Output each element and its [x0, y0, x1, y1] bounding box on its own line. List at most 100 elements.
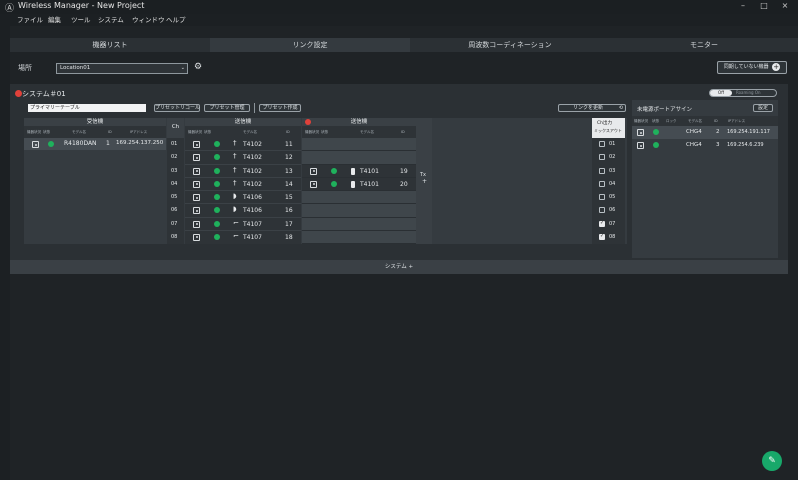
edit-fab-button[interactable]: ✎ [762, 451, 782, 471]
transmitter-id: 17 [285, 220, 293, 228]
ch-output-number: 03 [609, 167, 616, 174]
transmitter2-slot[interactable] [302, 231, 416, 244]
tx-add-column[interactable]: Tx + [416, 118, 432, 244]
charger-id: 2 [716, 129, 720, 135]
close-button[interactable]: × [779, 1, 791, 10]
menu-window[interactable]: ウィンドウ [132, 14, 165, 24]
receiver-row[interactable]: R4180DAN 1 169.254.137.250 [24, 138, 166, 150]
transmitter2-slot[interactable]: T4101 20 [302, 177, 416, 191]
transmitter-row[interactable]: ◗ T4106 15 [185, 191, 301, 205]
mix-out-checkbox[interactable] [599, 194, 605, 200]
bodypack-icon [351, 180, 355, 188]
ch-output-number: 01 [609, 141, 616, 147]
mix-out-checkbox[interactable] [599, 180, 605, 187]
tx-add-icon: + [422, 178, 428, 185]
device-status-icon [637, 142, 644, 149]
tab-monitor[interactable]: モニター [610, 38, 798, 52]
status-ok-icon [48, 141, 54, 147]
transmitter2-rows: T4101 19 T4101 20 [302, 138, 416, 244]
mix-out-checkbox[interactable] [599, 233, 605, 240]
device-status-icon [637, 129, 644, 136]
mix-out-checkbox[interactable] [599, 154, 605, 161]
menu-edit[interactable]: 編集 [48, 14, 61, 24]
transmitter1-header: 送信機 [185, 118, 301, 126]
gear-icon[interactable]: ⚙ [194, 62, 202, 72]
tab-frequency-coordination[interactable]: 周波数コーディネーション [410, 38, 610, 52]
preset-name-field[interactable]: プライマリーテーブル [28, 104, 146, 112]
location-select[interactable]: Location01 ⌄ [56, 63, 188, 74]
transmitter2-title: 送信機 [350, 119, 368, 125]
menu-system[interactable]: システム [98, 14, 124, 24]
device-status-icon [193, 154, 200, 162]
add-system-button[interactable]: システム + [10, 260, 788, 274]
transmitter2-header: 送信機 [302, 118, 416, 126]
menu-tools[interactable]: ツール [71, 14, 91, 24]
microphone-icon: ◗ [233, 192, 237, 200]
ch-output-title: Ch出力 [597, 121, 612, 126]
link-update-select[interactable]: リンクを更新 ⟲ [558, 104, 626, 112]
preset-create-button[interactable]: プリセット作成 [259, 104, 301, 112]
transmitter2-slot[interactable] [302, 138, 416, 152]
transmitter-id: 15 [285, 194, 293, 201]
transmitter2-alert-icon [305, 119, 311, 125]
channel-number: 07 [171, 220, 178, 227]
microphone-icon: † [233, 165, 237, 174]
tab-link-settings[interactable]: リンク設定 [210, 38, 410, 52]
unassigned-row[interactable]: CHG4 3 169.254.6.239 [632, 139, 778, 152]
transmitter2-slot[interactable] [302, 151, 416, 165]
unlinked-devices-button[interactable]: 同期していない機器 + [717, 61, 787, 74]
menu-file[interactable]: ファイル [17, 14, 43, 24]
transmitter-model: T4102 [243, 154, 262, 162]
receiver-header: 受信機 [24, 118, 166, 126]
transmitter-row[interactable]: ⌐ T4107 17 [185, 218, 301, 231]
channel-number: 08 [171, 233, 178, 240]
status-ok-icon [653, 142, 659, 148]
tab-device-list[interactable]: 機器リスト [10, 38, 210, 52]
col-state: 状態 [43, 130, 50, 134]
transmitter-row[interactable]: ◗ T4106 16 [185, 204, 301, 218]
mix-out-checkbox[interactable] [599, 220, 605, 227]
transmitter-row[interactable]: † T4102 13 [185, 165, 301, 178]
col-id: ID [286, 130, 290, 134]
menu-help[interactable]: ヘルプ [166, 14, 186, 24]
transmitter-id: 14 [285, 180, 293, 188]
transmitter2-slot[interactable] [302, 204, 416, 218]
microphone-icon: † [233, 152, 237, 161]
col-device-status: 機器状況 [188, 130, 202, 134]
unassigned-row[interactable]: CHG4 2 169.254.191.117 [632, 126, 778, 139]
microphone-icon: ⌐ [233, 218, 239, 227]
receiver-subheader: 機器状況 状態 モデル名 ID IPアドレス [24, 126, 166, 138]
transmitter-model: T4101 [360, 180, 379, 188]
mix-out-checkbox[interactable] [599, 167, 605, 174]
col-device-status: 機器状況 [634, 119, 648, 123]
transmitter-row[interactable]: † T4102 14 [185, 178, 301, 191]
transmitter2-slot[interactable] [302, 218, 416, 231]
preset-recall-button[interactable]: プリセットリコール [154, 104, 200, 112]
system-title: システム＃01 [22, 90, 66, 98]
col-lock: ロック [666, 119, 677, 123]
charger-model: CHG4 [686, 142, 702, 148]
ch-output-number: 08 [609, 233, 616, 240]
status-ok-icon [653, 129, 659, 135]
device-status-icon [193, 194, 200, 201]
transmitter2-slot[interactable]: T4101 19 [302, 164, 416, 178]
restore-button[interactable]: □ [758, 1, 770, 10]
roaming-toggle[interactable]: Off Roaming On [709, 89, 777, 97]
receiver-model: R4180DAN [64, 140, 97, 147]
mix-out-checkbox[interactable] [599, 141, 605, 147]
ch-output-number: 04 [609, 180, 616, 187]
transmitter-row[interactable]: ⌐ T4107 18 [185, 231, 301, 244]
transmitter-row[interactable]: † T4102 11 [185, 138, 301, 152]
unassigned-rows: CHG4 2 169.254.191.117 CHG4 3 169.254.6.239 [632, 126, 778, 154]
transmitter-model: T4101 [360, 167, 379, 175]
transmitter-id: 12 [285, 154, 293, 162]
preset-manage-button[interactable]: プリセット管理 [204, 104, 250, 112]
ch-output-number: 06 [609, 207, 616, 214]
unlinked-devices-label: 同期していない機器 [723, 64, 769, 70]
transmitter2-slot[interactable] [302, 191, 416, 205]
status-ok-icon [331, 167, 337, 174]
transmitter-row[interactable]: † T4102 12 [185, 151, 301, 165]
minimize-button[interactable]: – [737, 1, 749, 10]
unassigned-settings-button[interactable]: 設定 [753, 104, 773, 112]
mix-out-checkbox[interactable] [599, 207, 605, 214]
